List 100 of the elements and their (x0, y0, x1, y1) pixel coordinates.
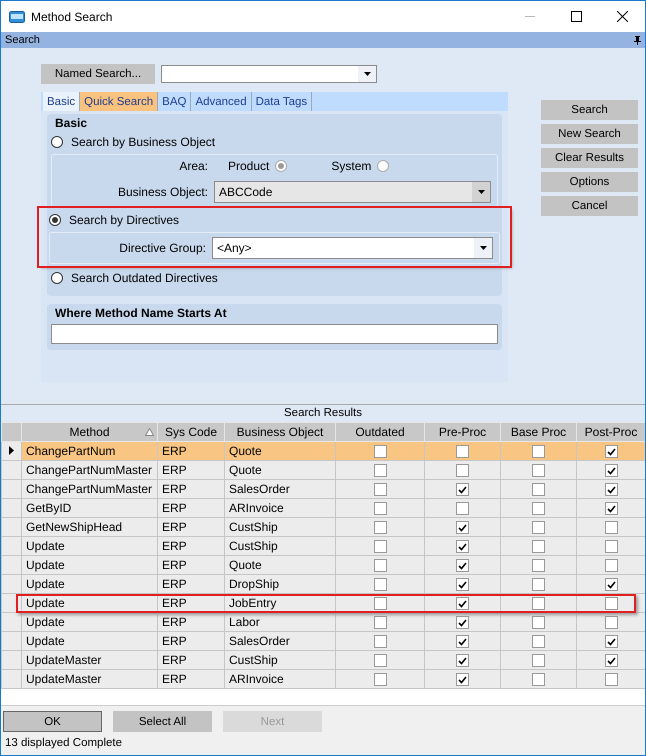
column-header[interactable]: Outdated (336, 422, 424, 442)
action-button[interactable]: Search (541, 100, 638, 120)
named-search-dropdown[interactable] (161, 65, 377, 83)
close-icon[interactable] (616, 11, 628, 22)
checkbox[interactable] (374, 445, 386, 458)
checkbox[interactable] (604, 654, 618, 668)
table-cell: Quote (224, 460, 336, 480)
column-header[interactable]: Pre-Proc (424, 422, 500, 442)
table-cell: Quote (224, 556, 336, 574)
checkbox[interactable] (456, 445, 469, 458)
checkbox[interactable] (374, 597, 386, 610)
table-cell: ERP (158, 442, 224, 460)
checkbox[interactable] (374, 635, 386, 648)
checkbox[interactable] (456, 654, 469, 668)
column-header[interactable]: Method (22, 422, 158, 442)
panel-title: Search (5, 34, 40, 46)
checkbox[interactable] (532, 654, 545, 668)
method-name-field[interactable] (51, 324, 498, 344)
checkbox[interactable] (532, 464, 545, 478)
checkbox[interactable] (374, 464, 386, 478)
radio-button[interactable] (49, 214, 61, 226)
checkbox[interactable] (456, 673, 469, 686)
footer-button[interactable]: OK (3, 711, 102, 732)
checkbox[interactable] (532, 521, 545, 534)
table-cell: Update (22, 632, 158, 650)
maximize-icon[interactable] (570, 11, 582, 22)
table-cell: ERP (158, 498, 224, 518)
checkbox[interactable] (604, 559, 618, 572)
column-header[interactable]: Base Proc (500, 422, 576, 442)
action-button[interactable]: Clear Results (541, 148, 638, 168)
checkbox[interactable] (604, 673, 618, 686)
checkbox[interactable] (374, 654, 386, 668)
checkbox[interactable] (374, 616, 386, 630)
checkbox[interactable] (604, 502, 618, 516)
checkbox[interactable] (456, 502, 469, 516)
checkbox[interactable] (374, 578, 386, 592)
checkbox[interactable] (456, 616, 469, 630)
table-cell: ChangePartNum (22, 442, 158, 460)
checkbox[interactable] (456, 597, 469, 610)
column-header[interactable]: Post-Proc (576, 422, 645, 442)
checkbox[interactable] (532, 483, 545, 496)
checkbox[interactable] (604, 464, 618, 478)
group-title: Basic (54, 116, 88, 130)
table-cell: ARInvoice (224, 670, 336, 688)
checkbox[interactable] (456, 635, 469, 648)
checkbox[interactable] (532, 597, 545, 610)
checkbox[interactable] (532, 559, 545, 572)
radio-option[interactable]: Search by Directives (49, 208, 180, 232)
checkbox[interactable] (604, 597, 618, 610)
checkbox[interactable] (532, 540, 545, 554)
caret-icon (480, 246, 486, 250)
checkbox[interactable] (532, 635, 545, 648)
tab[interactable]: Basic (43, 92, 80, 111)
app-icon (9, 10, 25, 22)
checkbox[interactable] (374, 483, 386, 496)
tab[interactable]: Quick Search (80, 92, 158, 111)
table-cell: ERP (158, 632, 224, 650)
checkbox[interactable] (456, 464, 469, 478)
checkbox[interactable] (604, 445, 618, 458)
table-cell: ChangePartNumMaster (22, 480, 158, 498)
checkbox[interactable] (374, 673, 386, 686)
checkbox[interactable] (604, 521, 618, 534)
checkbox[interactable] (456, 559, 469, 572)
column-header[interactable]: Sys Code (158, 422, 224, 442)
named-search-button[interactable]: Named Search... (41, 64, 155, 84)
checkbox[interactable] (374, 540, 386, 554)
table-cell: CustShip (224, 536, 336, 556)
table-cell: Update (22, 574, 158, 594)
checkbox[interactable] (456, 540, 469, 554)
checkbox[interactable] (456, 521, 469, 534)
footer-button[interactable]: Select All (113, 711, 212, 732)
checkbox[interactable] (374, 559, 386, 572)
checkbox[interactable] (604, 483, 618, 496)
pin-icon[interactable] (634, 36, 641, 44)
field-label: Directive Group: (118, 241, 207, 255)
checkbox[interactable] (604, 578, 618, 592)
action-button[interactable]: Cancel (541, 196, 638, 216)
action-button[interactable]: Options (541, 172, 638, 192)
checkbox[interactable] (374, 502, 386, 516)
checkbox[interactable] (532, 673, 545, 686)
table-cell: ERP (158, 556, 224, 574)
checkbox[interactable] (532, 445, 545, 458)
table-cell: SalesOrder (224, 632, 336, 650)
column-header[interactable]: Business Object (224, 422, 336, 442)
checkbox[interactable] (532, 502, 545, 516)
checkbox[interactable] (604, 616, 618, 630)
radio-option[interactable]: Search Outdated Directives (51, 266, 218, 290)
checkbox[interactable] (604, 540, 618, 554)
checkbox[interactable] (456, 483, 469, 496)
directive-group-dropdown[interactable]: <Any> (212, 237, 493, 259)
checkbox[interactable] (604, 635, 618, 648)
table-cell: Update (22, 612, 158, 632)
table-cell: GetNewShipHead (22, 518, 158, 536)
checkbox[interactable] (456, 578, 469, 592)
checkbox[interactable] (532, 578, 545, 592)
checkbox[interactable] (374, 521, 386, 534)
radio-button[interactable] (51, 272, 63, 284)
action-button[interactable]: New Search (541, 124, 638, 144)
table-cell: ERP (158, 480, 224, 498)
checkbox[interactable] (532, 616, 545, 630)
